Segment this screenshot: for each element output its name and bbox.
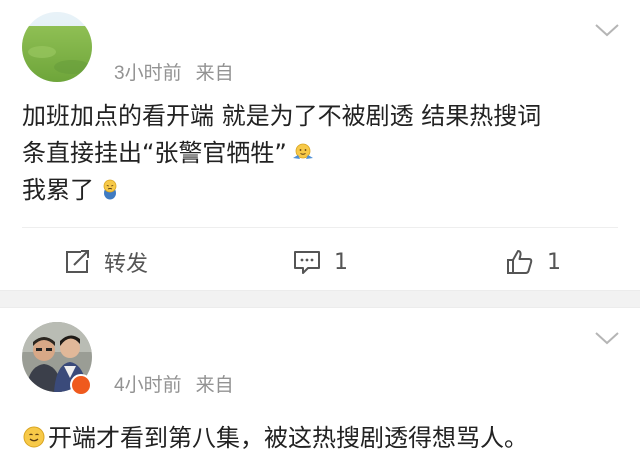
weibo-post-2: 4小时前 来自 开端才看到第八集，被这热搜剧透得想骂人。 — [0, 308, 640, 468]
repost-icon — [66, 250, 89, 273]
post-source[interactable]: 来自 — [196, 63, 234, 84]
content-line-3: 我累了 — [22, 172, 622, 209]
avatar[interactable] — [22, 12, 92, 82]
post-time: 3小时前 — [114, 63, 182, 84]
content-line-1: 开端才看到第八集，被这热搜剧透得想骂人。 — [22, 420, 622, 457]
chevron-down-icon[interactable] — [594, 330, 620, 346]
repost-label: 转发 — [104, 252, 149, 277]
tired-emoji-icon — [103, 179, 117, 200]
post-source[interactable]: 来自 — [196, 375, 234, 396]
like-count: 1 — [547, 249, 561, 275]
action-bar: 转发 1 1 — [0, 242, 640, 282]
thumbs-up-icon — [507, 250, 533, 274]
post-meta: 3小时前 来自 — [114, 58, 234, 85]
content-line-2-text: 条直接挂出“张警官牺牲” — [22, 139, 287, 167]
content-line-3-text: 我累了 — [22, 176, 94, 204]
like-button[interactable]: 1 — [505, 242, 561, 282]
verified-badge-icon — [70, 374, 92, 396]
content-line-2: 条直接挂出“张警官牺牲” — [22, 135, 622, 172]
repost-button[interactable]: 转发 — [62, 242, 148, 282]
content-line-1-text: 开端才看到第八集，被这热搜剧透得想骂人。 — [48, 424, 528, 452]
weibo-post-1: 3小时前 来自 加班加点的看开端 就是为了不被剧透 结果热搜词 条直接挂出“张警官… — [0, 0, 640, 290]
chevron-down-icon[interactable] — [594, 22, 620, 38]
comment-icon — [294, 251, 320, 274]
shrug-emoji-icon — [292, 143, 313, 159]
action-divider — [22, 227, 618, 228]
post-separator — [0, 290, 640, 308]
smile-emoji-icon — [23, 426, 45, 448]
post-time: 4小时前 — [114, 375, 182, 396]
post-content: 开端才看到第八集，被这热搜剧透得想骂人。 — [22, 420, 622, 457]
post-content: 加班加点的看开端 就是为了不被剧透 结果热搜词 条直接挂出“张警官牺牲” 我累了 — [22, 98, 622, 209]
avatar-image — [22, 12, 92, 82]
comment-button[interactable]: 1 — [292, 242, 348, 282]
content-line-1: 加班加点的看开端 就是为了不被剧透 结果热搜词 — [22, 102, 542, 130]
post-meta: 4小时前 来自 — [114, 370, 234, 397]
comment-count: 1 — [334, 249, 348, 275]
